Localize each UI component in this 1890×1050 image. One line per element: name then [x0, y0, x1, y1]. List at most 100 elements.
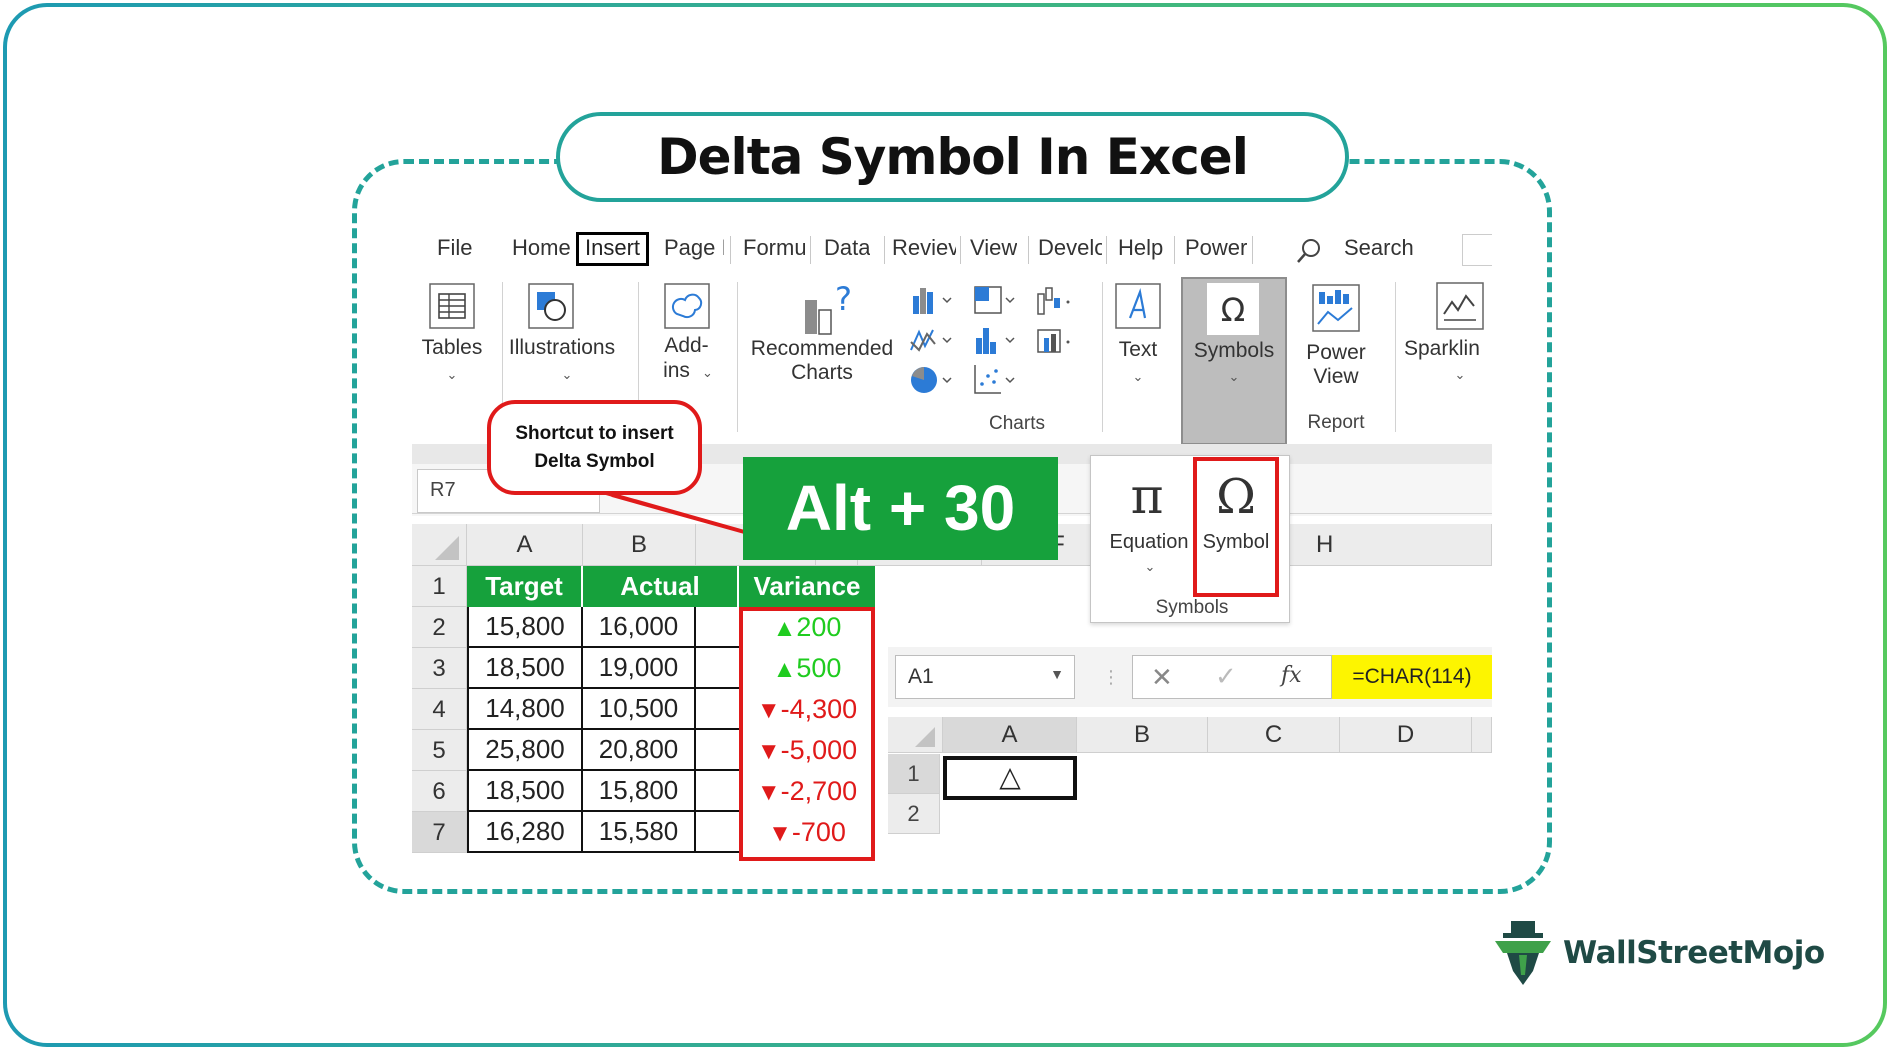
excel-screenshot: File Home Insert Page I Formu Data Revie… [412, 222, 1492, 862]
cell-actual[interactable]: 15,800 [583, 771, 696, 812]
chevron-down-icon[interactable]: ⌄ [1140, 552, 1160, 581]
text-box-icon[interactable] [1112, 280, 1164, 332]
search-label[interactable]: Search [1344, 232, 1414, 266]
row-header[interactable]: 2 [412, 607, 467, 648]
table-icon[interactable] [426, 280, 478, 332]
sparklines-label[interactable]: Sparklin [1404, 334, 1492, 363]
power-view-icon[interactable] [1310, 282, 1362, 334]
select-all-corner[interactable] [412, 524, 467, 566]
menu-review[interactable]: Reviev [892, 232, 956, 266]
symbol-highlight-box [1193, 457, 1279, 597]
row-header[interactable]: 3 [412, 648, 467, 689]
menu-data[interactable]: Data [824, 232, 870, 266]
power-view-label-2[interactable]: View [1290, 365, 1382, 389]
cancel-icon[interactable]: ✕ [1151, 662, 1173, 693]
menu-power[interactable]: Power [1185, 232, 1247, 266]
menu-formulas[interactable]: Formu [743, 232, 805, 266]
cell-spacer [696, 771, 739, 812]
shapes-icon[interactable] [525, 280, 577, 332]
symbols-label[interactable]: Symbols [1184, 336, 1284, 365]
bottom-row-header[interactable]: 2 [888, 794, 940, 834]
chevron-down-icon[interactable]: ⌄ [1224, 362, 1244, 391]
recommended-charts-label-2[interactable]: Charts [742, 361, 902, 385]
check-icon[interactable]: ✓ [1215, 661, 1237, 692]
bottom-select-all[interactable] [888, 717, 943, 753]
wallstreetmojo-logo-icon [1495, 921, 1551, 985]
page-title: Delta Symbol In Excel [657, 128, 1249, 186]
cell-target[interactable]: 25,800 [467, 730, 583, 771]
cell-actual[interactable]: 20,800 [583, 730, 696, 771]
row-header[interactable]: 1 [412, 566, 467, 607]
share-button[interactable] [1462, 234, 1492, 266]
row-header[interactable]: 4 [412, 689, 467, 730]
bottom-column-c[interactable]: C [1208, 717, 1340, 753]
tables-label[interactable]: Tables [417, 333, 487, 362]
bottom-column-d[interactable]: D [1340, 717, 1472, 753]
search-icon[interactable] [1294, 236, 1324, 266]
recommended-charts-label-1[interactable]: Recommended [742, 337, 902, 361]
header-variance[interactable]: Variance [739, 566, 875, 607]
hierarchy-chart-icon[interactable] [972, 284, 1018, 316]
cell-actual[interactable]: 16,000 [583, 607, 696, 648]
column-header-h[interactable]: H [1276, 524, 1492, 566]
menu-help[interactable]: Help [1118, 232, 1163, 266]
pivot-chart-icon[interactable] [1034, 324, 1074, 356]
addins-icon[interactable] [661, 280, 713, 332]
cell-target[interactable]: 18,500 [467, 648, 583, 689]
bottom-column-b[interactable]: B [1077, 717, 1208, 753]
addins-label-2[interactable]: ins [649, 358, 704, 383]
column-chart-icon[interactable] [909, 284, 955, 316]
outer-frame: Delta Symbol In Excel File Home Insert P… [3, 3, 1887, 1047]
header-target[interactable]: Target [467, 566, 583, 607]
chevron-down-icon[interactable]: ⌄ [1450, 360, 1470, 389]
power-view-label-1[interactable]: Power [1290, 341, 1382, 365]
pi-equation-icon[interactable]: π [1119, 467, 1175, 523]
bottom-name-box[interactable]: A1 ▼ [895, 655, 1075, 699]
menu-file[interactable]: File [437, 232, 472, 266]
scatter-chart-icon[interactable] [972, 362, 1018, 398]
header-actual[interactable]: Actual [583, 566, 739, 607]
ribbon-separator [1395, 282, 1396, 432]
omega-icon[interactable]: Ω [1205, 281, 1261, 337]
addins-label-1[interactable]: Add- [649, 333, 724, 358]
caret-down-icon[interactable]: ▼ [1050, 666, 1064, 682]
sparklines-icon[interactable] [1434, 280, 1486, 332]
cell-a1-delta[interactable]: △ [943, 756, 1077, 800]
row-header[interactable]: 7 [412, 812, 467, 853]
cell-target[interactable]: 14,800 [467, 689, 583, 730]
bottom-row-header[interactable]: 1 [888, 754, 940, 794]
pie-chart-icon[interactable] [909, 362, 955, 398]
line-chart-icon[interactable] [909, 324, 955, 356]
cell-actual[interactable]: 15,580 [583, 812, 696, 853]
title-pill: Delta Symbol In Excel [556, 112, 1349, 202]
statistic-chart-icon[interactable] [972, 324, 1018, 356]
brand-logo: WallStreetMojo [1491, 919, 1825, 987]
text-label[interactable]: Text [1102, 335, 1174, 364]
recommended-charts-icon[interactable]: ? [797, 280, 857, 340]
chevron-down-icon[interactable]: ⌄ [442, 360, 462, 389]
row-header[interactable]: 5 [412, 730, 467, 771]
chevron-down-icon[interactable]: ⌄ [1128, 362, 1148, 391]
menu-home[interactable]: Home [512, 232, 571, 266]
column-header-a[interactable]: A [467, 524, 583, 566]
bottom-column-a[interactable]: A [943, 717, 1077, 753]
menu-insert[interactable]: Insert [576, 232, 650, 266]
menu-separator [1174, 236, 1175, 264]
chevron-down-icon[interactable]: ⌄ [700, 358, 715, 387]
row-header[interactable]: 6 [412, 771, 467, 812]
menu-view[interactable]: View [970, 232, 1017, 266]
cell-actual[interactable]: 19,000 [583, 648, 696, 689]
illustrations-label[interactable]: Illustrations [507, 333, 617, 362]
cell-target[interactable]: 18,500 [467, 771, 583, 812]
cell-target[interactable]: 16,280 [467, 812, 583, 853]
function-icon[interactable]: fx [1281, 663, 1302, 688]
waterfall-chart-icon[interactable] [1034, 284, 1074, 316]
drag-handle-icon[interactable]: ⋮ [1102, 667, 1120, 688]
cell-target[interactable]: 15,800 [467, 607, 583, 648]
menu-developer[interactable]: Develo [1038, 232, 1102, 266]
menu-page-layout[interactable]: Page I [664, 232, 724, 266]
bottom-column-extra[interactable] [1472, 717, 1492, 753]
chevron-down-icon[interactable]: ⌄ [557, 360, 577, 389]
formula-bar-value[interactable]: =CHAR(114) [1332, 655, 1492, 699]
cell-actual[interactable]: 10,500 [583, 689, 696, 730]
